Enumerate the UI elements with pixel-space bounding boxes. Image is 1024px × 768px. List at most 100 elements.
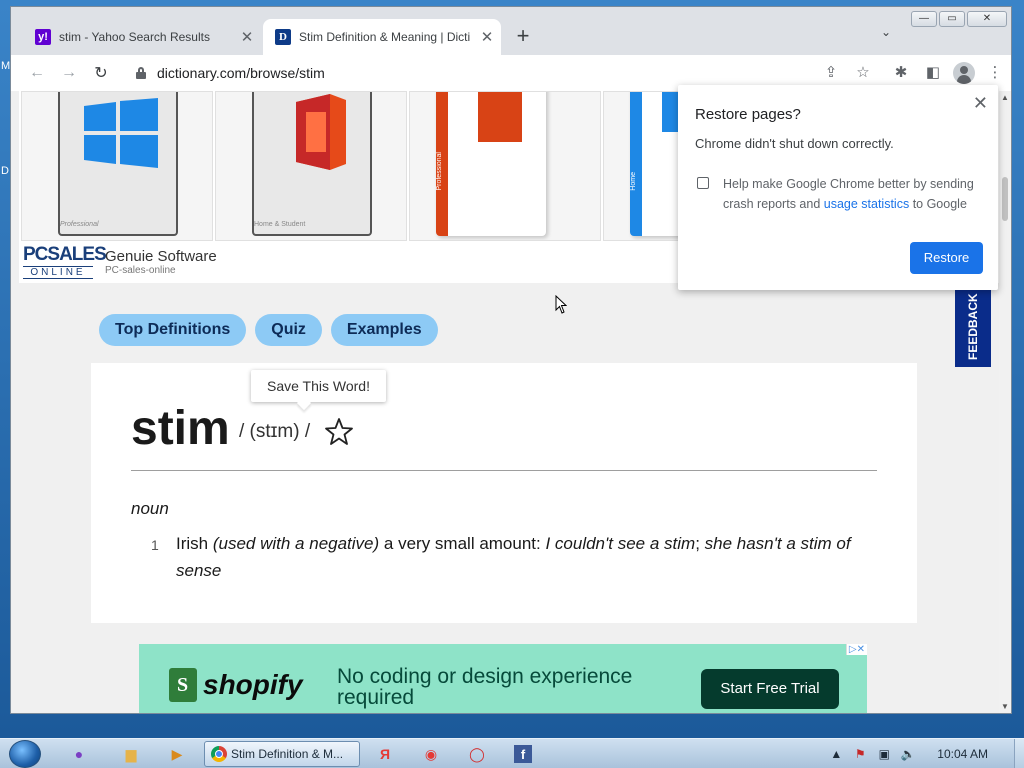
tab-title: Stim Definition & Meaning | Dicti [299,30,471,44]
reload-icon[interactable]: ↻ [85,63,117,83]
save-word-star-icon[interactable] [324,417,354,447]
clock[interactable]: 10:04 AM [937,747,988,761]
product-caption: Home & Student [254,221,306,228]
lock-icon[interactable] [135,66,147,80]
page-scrollbar[interactable]: ▲ ▼ [999,91,1011,713]
product-caption: Home [630,172,637,191]
menu-kebab-icon[interactable]: ⋮ [983,61,1007,85]
close-icon[interactable]: ✕ [237,28,257,46]
media-player-icon[interactable]: ▶ [160,742,194,766]
dialog-message: Chrome didn't shut down correctly. [695,136,894,151]
logo-line2: ONLINE [23,266,93,279]
top-definitions-button[interactable]: Top Definitions [99,314,247,346]
dialog-title: Restore pages? [695,106,801,123]
product-box: Professional [58,92,178,236]
usage-statistics-link[interactable]: usage statistics [824,197,909,211]
yandex-browser-icon[interactable]: ◉ [414,742,448,766]
bookmark-star-icon[interactable]: ☆ [851,61,875,85]
system-tray: ▲ ⚑ ▣ 🔈 10:04 AM [827,739,1024,768]
scroll-thumb[interactable] [1002,177,1008,221]
example: I couldn't see a stim [545,534,696,553]
office-logo-icon [478,92,522,142]
address-bar[interactable]: dictionary.com/browse/stim [123,58,863,88]
product-box: Professional [436,92,546,236]
url-text[interactable]: dictionary.com/browse/stim [157,65,325,81]
show-desktop-button[interactable] [1014,739,1024,768]
logo-line1: PCSALES [23,244,107,265]
side-panel-icon[interactable]: ◧ [921,61,945,85]
headword: stim [131,402,230,455]
tab-strip: y! stim - Yahoo Search Results ✕ D Stim … [11,7,1011,55]
restore-pages-dialog: Restore pages? ✕ Chrome didn't shut down… [678,85,998,290]
close-icon[interactable]: ✕ [973,93,988,114]
crash-report-checkbox[interactable] [697,177,709,189]
scroll-up-icon[interactable]: ▲ [1001,93,1009,102]
pronunciation: / (stɪm) / [239,421,311,442]
scroll-down-icon[interactable]: ▼ [1001,702,1009,711]
definition-nav: Top Definitions Quiz Examples [99,314,438,346]
advertiser-sub: PC-sales-online [105,265,176,276]
network-icon[interactable]: ▣ [875,747,893,761]
pcsales-logo: PCSALES ONLINE [23,244,107,279]
tab-search-chevron-icon[interactable]: ⌄ [881,25,891,39]
desktop-icon-label[interactable]: D [1,165,9,177]
ad-product-office-professional[interactable]: Professional [409,91,601,241]
start-button[interactable] [6,739,44,768]
ad-advertiser[interactable]: PCSALES ONLINE Genuie Software PC-sales-… [23,245,217,279]
shopify-letter: S [177,674,189,696]
start-free-trial-button[interactable]: Start Free Trial [701,669,839,709]
volume-icon[interactable]: 🔈 [899,747,917,761]
yandex-icon[interactable]: Я [368,742,402,766]
share-icon[interactable]: ⇪ [819,61,843,85]
example-separator: ; [695,534,705,553]
close-window-button[interactable]: ✕ [967,11,1007,27]
mouse-cursor-icon [555,295,567,314]
chrome-icon [211,746,227,762]
checkbox-label: Help make Google Chrome better by sendin… [723,174,983,214]
profile-avatar-icon[interactable] [953,62,975,84]
tab-dictionary[interactable]: D Stim Definition & Meaning | Dicti ✕ [263,19,501,55]
dictionary-icon: D [275,29,291,45]
ad-choices-icon[interactable]: ▷✕ [845,644,867,655]
new-tab-button[interactable]: + [511,23,535,49]
explorer-icon[interactable]: ▆ [114,742,148,766]
maximize-button[interactable]: ▭ [939,11,965,27]
definition-text: Irish (used with a negative) a very smal… [176,530,876,584]
windows-orb-icon [9,740,41,768]
taskbar-chrome-window[interactable]: Stim Definition & M... [204,741,360,767]
desktop-icon-label[interactable]: M [1,60,10,72]
restore-button[interactable]: Restore [910,242,983,274]
advertiser-text: Genuie Software PC-sales-online [105,248,217,276]
ad-product-windows[interactable]: Professional [21,91,213,241]
quiz-button[interactable]: Quiz [255,314,322,346]
product-box: Home & Student [252,92,372,236]
tab-yahoo-search[interactable]: y! stim - Yahoo Search Results ✕ [23,19,261,55]
product-caption: Professional [60,221,99,228]
usage-label: Irish [176,534,209,553]
ad-product-office[interactable]: Home & Student [215,91,407,241]
definition-number: 1 [151,537,159,553]
close-icon[interactable]: ✕ [477,28,497,46]
advertiser-name: Genuie Software [105,248,217,265]
back-arrow-icon[interactable]: ← [21,64,53,82]
taskbar-window-title: Stim Definition & M... [231,747,344,761]
forward-arrow-icon[interactable]: → [53,64,85,82]
window-controls: — ▭ ✕ [911,11,1007,27]
toolbar-actions: ⇪ ☆ ✱ ◧ ⋮ [819,61,1007,85]
facebook-icon[interactable]: f [514,745,532,763]
office-logo-icon [296,94,346,170]
tor-icon[interactable]: ● [62,742,96,766]
shopify-logo: S shopify [169,668,303,702]
extensions-puzzle-icon[interactable]: ✱ [889,61,913,85]
action-center-icon[interactable]: ⚑ [851,747,869,761]
examples-button[interactable]: Examples [330,314,438,346]
minimize-button[interactable]: — [911,11,937,27]
definition-card: Save This Word! stim / (stɪm) / noun 1 I… [91,363,917,623]
shopify-bag-icon: S [169,668,197,702]
feedback-tab[interactable]: FEEDBACK [955,287,991,367]
shopify-ad-banner[interactable]: ▷✕ S shopify No coding or design experie… [139,644,867,713]
option-text: to Google [909,197,967,211]
opera-icon[interactable]: ◯ [460,742,494,766]
windows-taskbar: ● ▆ ▶ Stim Definition & M... Я ◉ ◯ f ▲ ⚑… [0,738,1024,768]
tray-expand-icon[interactable]: ▲ [827,747,845,761]
